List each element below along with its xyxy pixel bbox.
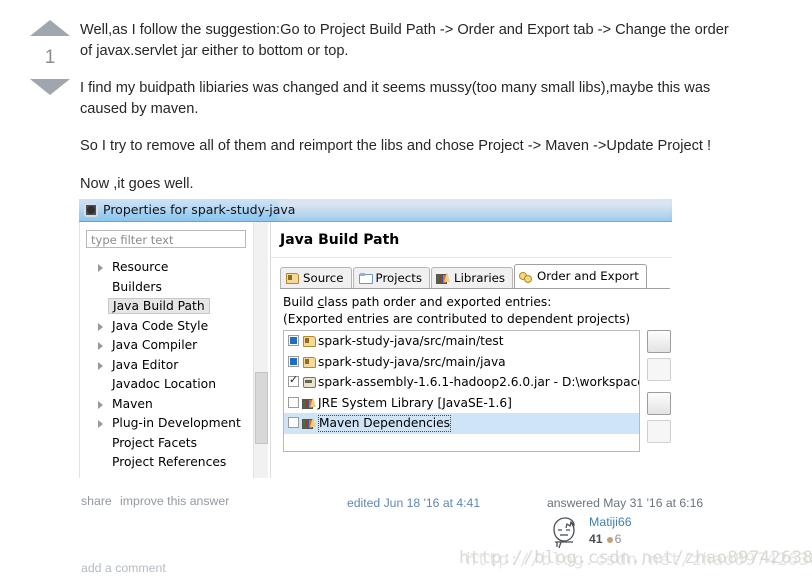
tab-label: Order and Export [537, 269, 639, 283]
tab-order-and-export[interactable]: Order and Export [514, 264, 647, 288]
user-card[interactable]: Matiji66 41 6 [547, 513, 707, 553]
watermark-text-ghost: http://blog.csdn.net/zhao897426382 [466, 550, 812, 570]
user-name-link[interactable]: Matiji66 [589, 515, 632, 529]
bronze-badge-icon [606, 536, 613, 543]
badge-group: 6 [603, 532, 622, 546]
share-link[interactable]: share [81, 494, 112, 508]
order-export-icon [519, 271, 533, 283]
edited-timestamp[interactable]: edited Jun 18 '16 at 4:41 [347, 496, 480, 510]
user-reputation: 41 6 [589, 532, 621, 546]
reputation-value: 41 [589, 532, 603, 546]
user-avatar[interactable] [547, 515, 582, 550]
answer-footer: share improve this answer add a comment … [0, 0, 812, 583]
improve-answer-link[interactable]: improve this answer [120, 494, 229, 508]
answered-timestamp: answered May 31 '16 at 6:16 [547, 496, 704, 510]
add-comment-link[interactable]: add a comment [81, 561, 166, 575]
bronze-badge-count: 6 [614, 532, 622, 546]
